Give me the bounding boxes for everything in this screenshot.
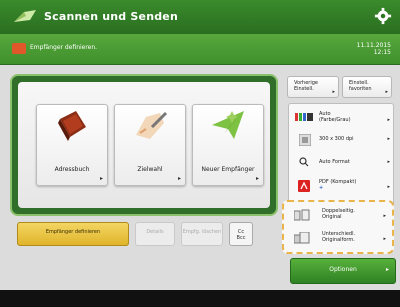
color-mode-value-2: (Farbe/Grau) xyxy=(319,117,351,123)
delete-destination-label: Empfg. löschen xyxy=(182,229,222,235)
cc-bcc-button[interactable]: Cc Bcc xyxy=(229,222,253,246)
plus-icon: + xyxy=(319,185,324,191)
original-settings-panel: Doppelseitig. Original ▸ Unterschiedl. O… xyxy=(282,200,394,254)
previous-settings-button[interactable]: Vorherige Einstell. ▸ xyxy=(287,76,339,98)
chevron-right-icon: ▸ xyxy=(385,89,388,95)
scan-send-app-icon xyxy=(14,10,36,22)
pdf-icon xyxy=(298,180,310,192)
chevron-right-icon: ▸ xyxy=(99,175,103,182)
specify-destination-button[interactable]: Empfänger definieren xyxy=(17,222,129,246)
status-message: Empfänger definieren. xyxy=(30,44,98,51)
chevron-right-icon: ▸ xyxy=(383,236,386,242)
chevron-right-icon: ▸ xyxy=(255,175,259,182)
mixed-size-originals-icon xyxy=(294,232,310,244)
details-label: Details xyxy=(146,229,164,235)
previous-settings-label-2: Einstell. xyxy=(294,86,314,92)
resolution-setting[interactable]: 300 x 300 dpi ▸ xyxy=(289,133,393,153)
chevron-right-icon: ▸ xyxy=(385,266,389,273)
destination-panel-inner: Adressbuch ▸ Zielwahl ▸ Neuer Empfänger … xyxy=(18,82,270,208)
color-mode-setting[interactable]: Auto (Farbe/Grau) ▸ xyxy=(289,109,393,133)
file-format-auto-setting[interactable]: Auto Format ▸ xyxy=(289,156,393,174)
delete-destination-button[interactable]: Empfg. löschen xyxy=(181,222,223,246)
mixed-size-label-2: Originalform. xyxy=(322,237,355,243)
duplex-original-button[interactable]: Doppelseitig. Original ▸ xyxy=(290,206,386,226)
new-destination-button[interactable]: Neuer Empfänger ▸ xyxy=(192,104,264,186)
specify-destination-label: Empfänger definieren xyxy=(45,229,101,235)
chevron-right-icon: ▸ xyxy=(387,159,390,165)
options-label: Optionen xyxy=(329,266,357,273)
color-mode-icon xyxy=(295,113,313,121)
address-book-button[interactable]: Adressbuch ▸ xyxy=(36,104,108,186)
address-book-label: Adressbuch xyxy=(54,166,90,173)
bcc-label: Bcc xyxy=(236,235,246,241)
bottom-bar xyxy=(0,290,400,307)
chevron-right-icon: ▸ xyxy=(387,117,390,123)
status-time: 12:15 xyxy=(373,49,391,56)
status-date: 11.11.2015 xyxy=(356,42,391,49)
chevron-right-icon: ▸ xyxy=(387,184,390,190)
chevron-right-icon: ▸ xyxy=(387,136,390,142)
message-icon xyxy=(12,43,26,54)
scan-settings-panel: Auto (Farbe/Grau) ▸ 300 x 300 dpi ▸ Auto… xyxy=(288,103,394,207)
paper-plane-icon xyxy=(212,111,244,139)
resolution-value: 300 x 300 dpi xyxy=(319,136,354,142)
address-book-icon xyxy=(58,111,86,141)
date-time: 11.11.2015 12:15 xyxy=(357,42,391,56)
duplex-label-2: Original xyxy=(322,214,342,220)
page-title: Scannen und Senden xyxy=(44,10,178,23)
options-button[interactable]: Optionen ▸ xyxy=(290,258,396,284)
auto-format-value: Auto Format xyxy=(319,159,350,165)
chevron-right-icon: ▸ xyxy=(383,213,386,219)
status-bar: Empfänger definieren. 11.11.2015 12:15 xyxy=(0,34,400,65)
file-format-value: PDF (Kompakt) xyxy=(319,179,357,185)
chevron-right-icon: ▸ xyxy=(177,175,181,182)
destination-panel: Adressbuch ▸ Zielwahl ▸ Neuer Empfänger … xyxy=(10,74,278,216)
speed-dial-label: Zielwahl xyxy=(137,166,163,173)
new-destination-label: Neuer Empfänger xyxy=(201,166,255,173)
chevron-right-icon: ▸ xyxy=(332,89,335,95)
speed-dial-icon xyxy=(136,111,168,139)
mixed-size-originals-button[interactable]: Unterschiedl. Originalform. ▸ xyxy=(290,229,386,249)
title-bar: Scannen und Senden xyxy=(0,0,400,34)
details-button[interactable]: Details xyxy=(135,222,175,246)
gear-icon[interactable] xyxy=(374,7,392,25)
scan-send-screen: Scannen und Senden Empfänger definieren.… xyxy=(0,0,400,307)
resolution-icon xyxy=(299,134,311,146)
speed-dial-button[interactable]: Zielwahl ▸ xyxy=(114,104,186,186)
favorite-settings-button[interactable]: Einstell. favoriten ▸ xyxy=(342,76,392,98)
file-format-setting[interactable]: PDF (Kompakt) + ▸ xyxy=(289,176,393,202)
duplex-original-icon xyxy=(294,209,310,221)
auto-format-icon xyxy=(299,157,309,167)
